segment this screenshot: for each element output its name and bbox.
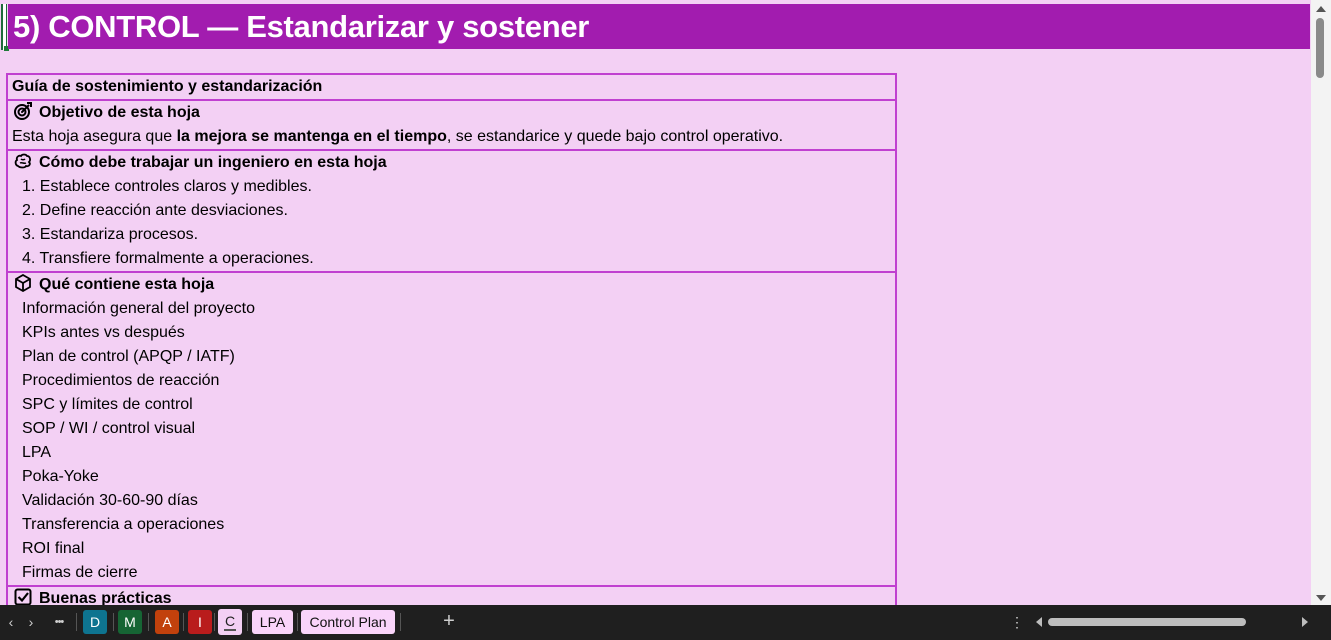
more-sheets-icon[interactable]: ••• xyxy=(50,613,68,631)
engineer-heading: Cómo debe trabajar un ingeniero en esta … xyxy=(12,151,891,175)
tab-m[interactable]: M xyxy=(118,610,142,634)
scroll-up-arrow-icon[interactable] xyxy=(1316,6,1326,12)
contents-item: Validación 30-60-90 días xyxy=(22,492,198,509)
tab-c-active[interactable]: C xyxy=(218,609,242,635)
contents-item: Procedimientos de reacción xyxy=(22,372,220,389)
contents-item: Transferencia a operaciones xyxy=(22,516,225,533)
tab-separator xyxy=(247,613,248,631)
objective-heading: Objetivo de esta hoja xyxy=(12,101,891,125)
contents-item: Información general del proyecto xyxy=(22,300,256,317)
engineer-step: 3. Estandariza procesos. xyxy=(22,226,199,243)
tab-separator xyxy=(148,613,149,631)
guide-title: Guía de sostenimiento y estandarización xyxy=(12,78,323,95)
tab-separator xyxy=(113,613,114,631)
checkbox-icon xyxy=(14,588,32,606)
objective-section[interactable]: Objetivo de esta hoja Esta hoja asegura … xyxy=(8,101,895,151)
objective-text-start: Esta hoja asegura que xyxy=(12,128,177,145)
horizontal-scrollbar[interactable] xyxy=(1036,616,1314,628)
objective-text: Esta hoja asegura que la mejora se mante… xyxy=(12,125,891,149)
chevron-left-icon[interactable]: ‹ xyxy=(2,613,20,631)
sheet-tab-bar: ‹ › ••• D M A I C LPA Control Plan + ⋮ xyxy=(0,605,1331,640)
tab-lpa[interactable]: LPA xyxy=(252,610,293,634)
scroll-left-arrow-icon[interactable] xyxy=(1036,617,1042,627)
contents-item: LPA xyxy=(22,444,52,461)
guide-title-row[interactable]: Guía de sostenimiento y estandarización xyxy=(8,75,895,101)
contents-item: Firmas de cierre xyxy=(22,564,138,581)
horizontal-scroll-thumb[interactable] xyxy=(1048,618,1246,626)
page-title[interactable]: 5) CONTROL — Estandarizar y sostener xyxy=(8,4,1310,49)
chevron-right-icon[interactable]: › xyxy=(22,613,40,631)
tab-separator xyxy=(76,613,77,631)
tab-d[interactable]: D xyxy=(83,610,107,634)
tab-control-plan[interactable]: Control Plan xyxy=(301,610,395,634)
tab-i[interactable]: I xyxy=(188,610,212,634)
contents-title: Qué contiene esta hoja xyxy=(39,276,215,293)
engineer-step: 1. Establece controles claros y medibles… xyxy=(22,178,312,195)
package-icon xyxy=(14,274,32,292)
tab-a[interactable]: A xyxy=(155,610,179,634)
target-icon xyxy=(14,102,32,120)
contents-item: SOP / WI / control visual xyxy=(22,420,196,437)
contents-item: Plan de control (APQP / IATF) xyxy=(22,348,235,365)
objective-text-bold: la mejora se mantenga en el tiempo xyxy=(176,128,447,145)
brain-icon xyxy=(14,152,32,170)
engineer-title: Cómo debe trabajar un ingeniero en esta … xyxy=(39,154,387,171)
engineer-step: 4. Transfiere formalmente a operaciones. xyxy=(22,250,314,267)
contents-item: SPC y límites de control xyxy=(22,396,193,413)
scroll-down-arrow-icon[interactable] xyxy=(1316,595,1326,601)
objective-text-end: , se estandarice y quede bajo control op… xyxy=(446,128,784,145)
vertical-scroll-thumb[interactable] xyxy=(1316,18,1324,78)
tab-separator xyxy=(297,613,298,631)
guide-table: Guía de sostenimiento y estandarización … xyxy=(6,73,897,613)
tab-separator xyxy=(400,613,401,631)
tab-separator xyxy=(183,613,184,631)
contents-item: ROI final xyxy=(22,540,85,557)
contents-section[interactable]: Qué contiene esta hoja Información gener… xyxy=(8,273,895,587)
engineer-step: 2. Define reacción ante desviaciones. xyxy=(22,202,288,219)
contents-heading: Qué contiene esta hoja xyxy=(12,273,891,297)
scroll-right-arrow-icon[interactable] xyxy=(1302,617,1308,627)
tab-separator xyxy=(214,613,215,631)
contents-item: Poka-Yoke xyxy=(22,468,99,485)
objective-title: Objetivo de esta hoja xyxy=(39,104,200,121)
add-sheet-icon[interactable]: + xyxy=(441,611,457,631)
contents-item: KPIs antes vs después xyxy=(22,324,185,341)
engineer-section[interactable]: Cómo debe trabajar un ingeniero en esta … xyxy=(8,151,895,273)
cell-selection-indicator xyxy=(1,4,7,50)
vertical-scrollbar[interactable] xyxy=(1311,0,1331,605)
vertical-dots-icon[interactable]: ⋮ xyxy=(1010,613,1024,631)
